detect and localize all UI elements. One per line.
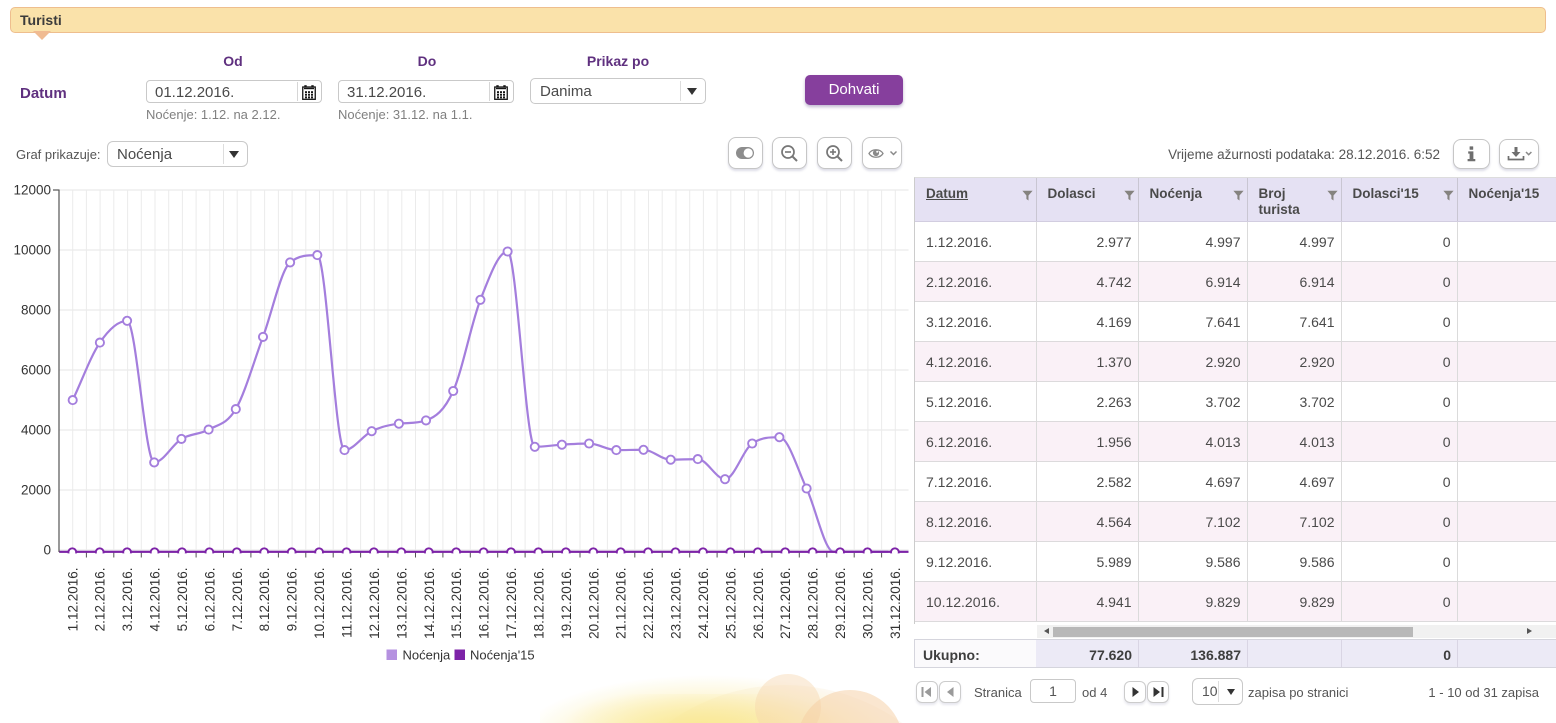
svg-text:29.12.2016.: 29.12.2016. (833, 568, 848, 639)
svg-text:27.12.2016.: 27.12.2016. (778, 568, 793, 639)
svg-text:20.12.2016.: 20.12.2016. (586, 568, 601, 639)
svg-text:24.12.2016.: 24.12.2016. (696, 568, 711, 639)
svg-text:23.12.2016.: 23.12.2016. (669, 568, 684, 639)
svg-text:0: 0 (43, 543, 51, 558)
svg-text:31.12.2016.: 31.12.2016. (888, 568, 903, 639)
svg-text:22.12.2016.: 22.12.2016. (641, 568, 656, 639)
svg-text:12.12.2016.: 12.12.2016. (367, 568, 382, 639)
svg-text:10.12.2016.: 10.12.2016. (312, 568, 327, 639)
svg-text:Noćenja: Noćenja (403, 648, 451, 663)
svg-text:19.12.2016.: 19.12.2016. (559, 568, 574, 639)
svg-text:6.12.2016.: 6.12.2016. (202, 568, 217, 632)
svg-text:17.12.2016.: 17.12.2016. (504, 568, 519, 639)
svg-text:12000: 12000 (13, 183, 51, 198)
svg-text:16.12.2016.: 16.12.2016. (477, 568, 492, 639)
svg-text:8.12.2016.: 8.12.2016. (257, 568, 272, 632)
svg-text:25.12.2016.: 25.12.2016. (723, 568, 738, 639)
svg-text:15.12.2016.: 15.12.2016. (449, 568, 464, 639)
svg-text:30.12.2016.: 30.12.2016. (861, 568, 876, 639)
svg-text:6000: 6000 (21, 363, 51, 378)
svg-text:2000: 2000 (21, 483, 51, 498)
svg-text:2.12.2016.: 2.12.2016. (93, 568, 108, 632)
svg-text:Noćenja'15: Noćenja'15 (470, 648, 535, 663)
svg-text:5.12.2016.: 5.12.2016. (175, 568, 190, 632)
svg-text:9.12.2016.: 9.12.2016. (285, 568, 300, 632)
svg-text:13.12.2016.: 13.12.2016. (394, 568, 409, 639)
svg-text:18.12.2016.: 18.12.2016. (531, 568, 546, 639)
svg-text:26.12.2016.: 26.12.2016. (751, 568, 766, 639)
svg-text:3.12.2016.: 3.12.2016. (120, 568, 135, 632)
svg-text:10000: 10000 (13, 243, 51, 258)
svg-text:1.12.2016.: 1.12.2016. (65, 568, 80, 632)
svg-text:8000: 8000 (21, 303, 51, 318)
svg-text:4000: 4000 (21, 423, 51, 438)
svg-text:21.12.2016.: 21.12.2016. (614, 568, 629, 639)
svg-text:28.12.2016.: 28.12.2016. (806, 568, 821, 639)
svg-text:11.12.2016.: 11.12.2016. (340, 568, 355, 638)
svg-text:14.12.2016.: 14.12.2016. (422, 568, 437, 639)
svg-text:7.12.2016.: 7.12.2016. (230, 568, 245, 632)
svg-text:4.12.2016.: 4.12.2016. (148, 568, 163, 632)
